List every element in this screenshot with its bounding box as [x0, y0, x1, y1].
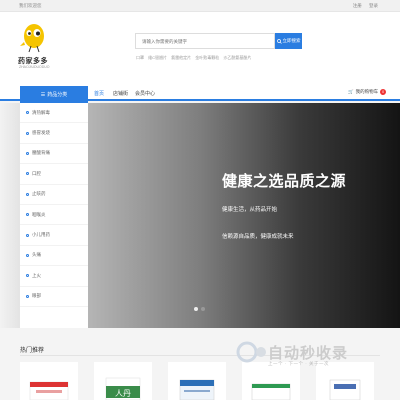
category-label: 腰酸背痛 [32, 150, 50, 156]
category-bullet-icon [26, 192, 29, 196]
welcome-text: 我们欢迎您 [19, 3, 42, 8]
carousel-dot[interactable] [194, 307, 198, 311]
nav-member[interactable]: 会员中心 [135, 90, 155, 97]
hot-section-title: 热门推荐 [20, 348, 45, 354]
category-bullet-icon [26, 294, 29, 298]
login-link[interactable]: 登录 [369, 3, 378, 8]
hot-keyword[interactable]: 口罩 [136, 55, 144, 60]
category-toggle[interactable]: ☰ 药品分类 [20, 86, 88, 103]
search-button-label: 立即搜索 [282, 38, 301, 43]
search-icon [276, 38, 282, 44]
category-item[interactable]: 腰酸背痛 [20, 144, 88, 165]
category-label: 咽喉炎 [32, 211, 46, 217]
category-item[interactable]: 头痛 [20, 246, 88, 267]
hot-keyword[interactable]: 氯雷他定片 [171, 55, 191, 60]
header [0, 12, 400, 86]
category-item[interactable]: 口腔 [20, 164, 88, 185]
nav-shops[interactable]: 店铺街 [113, 90, 128, 97]
cart-count-badge: 0 [380, 89, 387, 95]
hot-keyword[interactable]: 维C银翘片 [148, 55, 167, 60]
carousel-dot[interactable] [201, 307, 205, 311]
product-image [329, 379, 361, 400]
product-card[interactable]: 人丹 [94, 362, 152, 400]
category-label: 小儿用药 [32, 232, 50, 238]
category-bullet-icon [26, 172, 29, 176]
search-input[interactable] [136, 34, 274, 48]
top-bar: 我们欢迎您 注册 登录 [0, 0, 400, 12]
category-label: 感冒发烧 [32, 130, 50, 136]
search-button[interactable]: 立即搜索 [275, 33, 302, 49]
cart-link[interactable]: 🛒 我的购物车 0 [348, 89, 387, 95]
category-label: 清热解毒 [32, 109, 50, 115]
category-label: 头痛 [32, 252, 41, 258]
category-list: 清热解毒 感冒发烧 腰酸背痛 口腔 止咳药 咽喉炎 小儿用药 头痛 上火 眼部 [20, 103, 88, 328]
hot-keyword[interactable]: 金叶败毒颗粒 [195, 55, 219, 60]
nav-home[interactable]: 首页 [94, 90, 104, 97]
category-item[interactable]: 止咳药 [20, 185, 88, 205]
hot-keywords: 口罩 维C银翘片 氯雷他定片 金叶败毒颗粒 沙乙酰氨基酚片 [136, 55, 254, 61]
product-image: 人丹 [105, 377, 141, 400]
category-bullet-icon [26, 274, 29, 278]
hero-title: 健康之选品质之源 [222, 173, 347, 190]
hero-subtitle: 健康生活，从药品开始 [222, 207, 278, 213]
category-label: 止咳药 [32, 191, 46, 197]
category-bullet-icon [26, 111, 29, 115]
category-label: 口腔 [32, 170, 41, 176]
category-item[interactable]: 咽喉炎 [20, 205, 88, 226]
product-image [29, 381, 69, 400]
category-item[interactable]: 感冒发烧 [20, 123, 88, 144]
menu-icon: ☰ [40, 91, 46, 98]
category-item[interactable]: 清热解毒 [20, 103, 88, 124]
watermark-text: 自动秒收录 [268, 345, 349, 362]
product-image [179, 379, 215, 400]
search-box [135, 33, 275, 49]
category-item[interactable]: 小儿用药 [20, 225, 88, 246]
watermark-subtext: 上一个 · 下一个 · 关于一次 [268, 361, 329, 366]
category-bullet-icon [26, 213, 29, 217]
category-item[interactable]: 上火 [20, 266, 88, 287]
register-link[interactable]: 注册 [353, 3, 362, 8]
category-label: 眼部 [32, 293, 41, 299]
hot-keyword[interactable]: 沙乙酰氨基酚片 [223, 55, 251, 60]
brand-sub: ZHAOJIUDUODUO [19, 65, 50, 69]
product-image-label: 人丹 [115, 389, 131, 398]
hero-tagline: 信赖源自品质，健康成就未来 [222, 234, 294, 240]
logo-icon[interactable] [18, 20, 48, 60]
product-card[interactable] [168, 362, 226, 400]
product-card[interactable] [20, 362, 78, 400]
category-bullet-icon [26, 253, 29, 257]
cart-icon: 🛒 [348, 89, 354, 94]
category-item[interactable]: 眼部 [20, 287, 88, 307]
category-label: 上火 [32, 272, 41, 278]
carousel-dots [194, 307, 205, 311]
category-toggle-label: 药品分类 [47, 92, 68, 98]
cart-label: 我的购物车 [355, 89, 379, 94]
category-bullet-icon [26, 233, 29, 237]
top-links: 注册 登录 [347, 3, 378, 9]
product-image [251, 383, 291, 400]
category-bullet-icon [26, 131, 29, 135]
category-bullet-icon [26, 151, 29, 155]
